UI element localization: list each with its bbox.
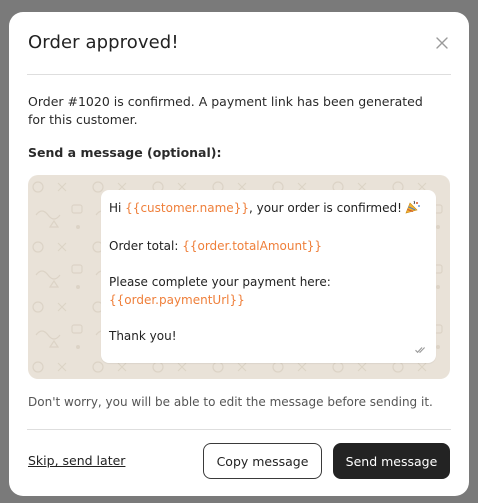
confirmation-text: Order #1020 is confirmed. A payment link… [28, 94, 423, 127]
message-bubble: Hi {{customer.name}}, your order is conf… [101, 190, 436, 363]
message-greeting: Hi {{customer.name}}, your order is conf… [109, 199, 428, 219]
double-check-icon [415, 347, 425, 354]
close-icon [436, 37, 448, 49]
header-divider [27, 74, 451, 75]
copy-message-button[interactable]: Copy message [203, 443, 322, 479]
greeting-prefix: Hi [109, 201, 126, 215]
message-total: Order total: {{order.totalAmount}} [109, 237, 428, 255]
order-approved-dialog: Order approved! Order #1020 is confirmed… [9, 12, 469, 496]
send-message-label: Send a message (optional): [28, 145, 222, 160]
order-total-variable: {{order.totalAmount}} [182, 239, 323, 253]
skip-send-later-link[interactable]: Skip, send later [28, 453, 125, 468]
send-message-button[interactable]: Send message [333, 443, 450, 479]
customer-name-variable: {{customer.name}} [125, 201, 249, 215]
party-popper-icon [405, 200, 421, 219]
total-prefix: Order total: [109, 239, 183, 253]
message-preview: Hi {{customer.name}}, your order is conf… [28, 175, 450, 379]
edit-note: Don't worry, you will be able to edit th… [28, 395, 433, 409]
payment-url-variable: {{order.paymentUrl}} [109, 293, 245, 307]
message-signoff: Thank you! [109, 329, 177, 343]
dialog-title: Order approved! [28, 32, 179, 53]
close-button[interactable] [434, 35, 450, 51]
footer-divider [27, 429, 451, 430]
message-payment-prompt: Please complete your payment here: [109, 275, 331, 289]
greeting-suffix: , your order is confirmed! [248, 201, 402, 215]
